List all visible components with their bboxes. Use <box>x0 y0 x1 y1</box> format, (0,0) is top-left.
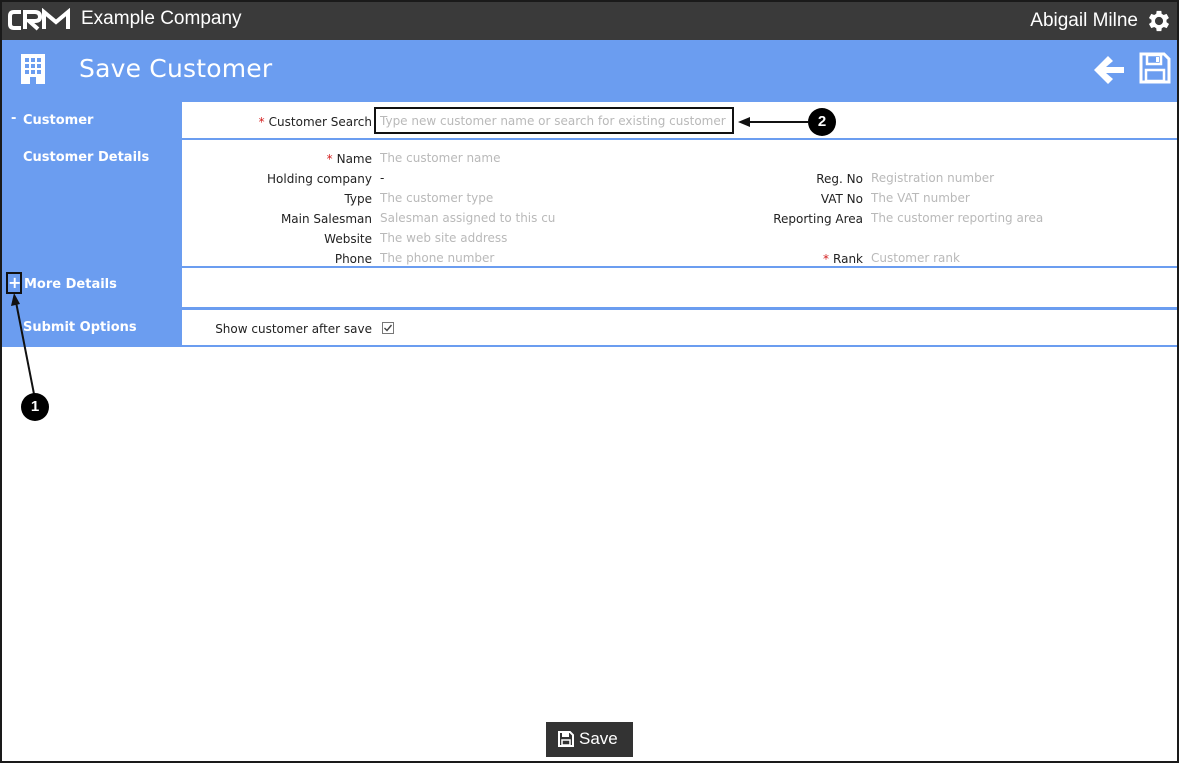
save-button[interactable]: Save <box>546 722 633 757</box>
annotation-arrows <box>11 117 808 395</box>
callout-2: 2 <box>808 108 836 136</box>
save-button-label: Save <box>579 729 618 748</box>
floppy-disk-icon <box>558 731 574 752</box>
callout-1: 1 <box>21 393 49 421</box>
app-window: Example Company Abigail Milne Save Custo… <box>0 0 1179 763</box>
